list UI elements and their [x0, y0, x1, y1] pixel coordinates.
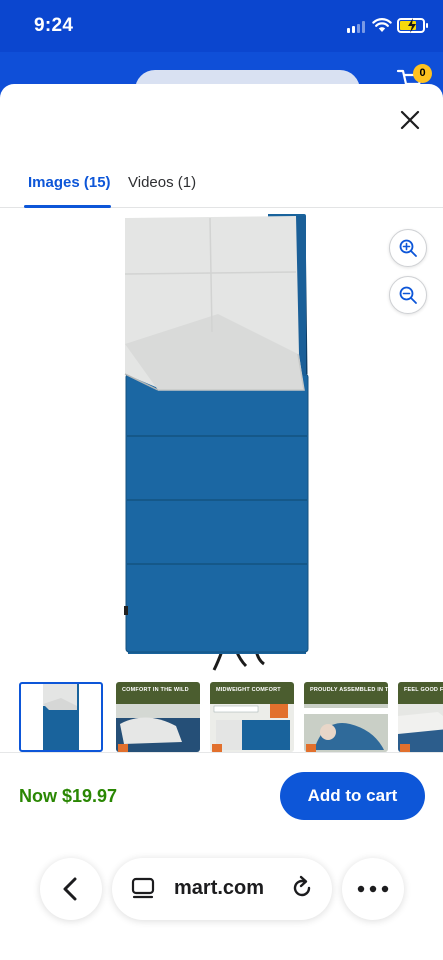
- tab-videos[interactable]: Videos (1): [128, 174, 196, 191]
- thumbnail-caption: FEEL GOOD FABR: [398, 682, 443, 704]
- screen: 0 9:24 Images (15) Videos (1) COMFORT IN…: [0, 0, 443, 960]
- close-icon[interactable]: [396, 106, 424, 134]
- thumbnail-image: [398, 704, 443, 752]
- status-time: 9:24: [34, 15, 74, 36]
- add-to-cart-button[interactable]: Add to cart: [280, 772, 425, 820]
- zoom-in-button[interactable]: [389, 229, 427, 267]
- thumbnail-3[interactable]: MIDWEIGHT COMFORT: [210, 682, 294, 752]
- thumbnail-2[interactable]: COMFORT IN THE WILD: [116, 682, 200, 752]
- reader-mode-icon: [131, 877, 155, 899]
- product-image-sleeping-bag: [124, 214, 309, 671]
- browser-address-bar[interactable]: mart.com: [112, 858, 332, 920]
- thumbnail-image: [210, 704, 294, 752]
- current-price: Now $19.97: [19, 786, 118, 806]
- thumbnail-caption: PROUDLY ASSEMBLED IN THE USA: [304, 682, 388, 704]
- cellular-signal-icon: [347, 21, 365, 33]
- browser-url: mart.com: [174, 877, 265, 899]
- battery-icon: [397, 18, 425, 33]
- media-tabs: Images (15) Videos (1): [0, 166, 443, 208]
- thumbnail-image: [43, 684, 79, 750]
- thumbnail-image: [304, 704, 388, 752]
- thumbnail-4[interactable]: PROUDLY ASSEMBLED IN THE USA: [304, 682, 388, 752]
- thumbnail-caption: COMFORT IN THE WILD: [116, 682, 200, 704]
- browser-back-button[interactable]: [40, 858, 102, 920]
- status-bar: 9:24: [0, 0, 443, 52]
- divider: [0, 752, 443, 753]
- battery-tip: [426, 23, 428, 28]
- zoom-out-icon: [399, 286, 417, 304]
- chevron-left-icon: [63, 877, 77, 901]
- cart-count-badge: 0: [413, 64, 432, 83]
- wifi-icon: [372, 18, 392, 32]
- active-tab-indicator: [24, 205, 111, 208]
- browser-more-button[interactable]: [342, 858, 404, 920]
- thumbnail-image: [116, 704, 200, 752]
- thumbnail-caption: MIDWEIGHT COMFORT: [210, 682, 294, 704]
- zoom-out-button[interactable]: [389, 276, 427, 314]
- tab-images[interactable]: Images (15): [28, 174, 111, 191]
- reload-icon[interactable]: [289, 875, 315, 901]
- thumbnail-1[interactable]: [19, 682, 103, 752]
- thumbnail-5[interactable]: FEEL GOOD FABR: [398, 682, 443, 752]
- thumbnail-strip: COMFORT IN THE WILD MIDWEIGHT COMFORT PR…: [0, 680, 443, 752]
- more-dots-icon: [357, 885, 389, 893]
- zoom-in-icon: [399, 239, 417, 257]
- media-viewer-sheet: Images (15) Videos (1) COMFORT IN THE WI…: [0, 84, 443, 960]
